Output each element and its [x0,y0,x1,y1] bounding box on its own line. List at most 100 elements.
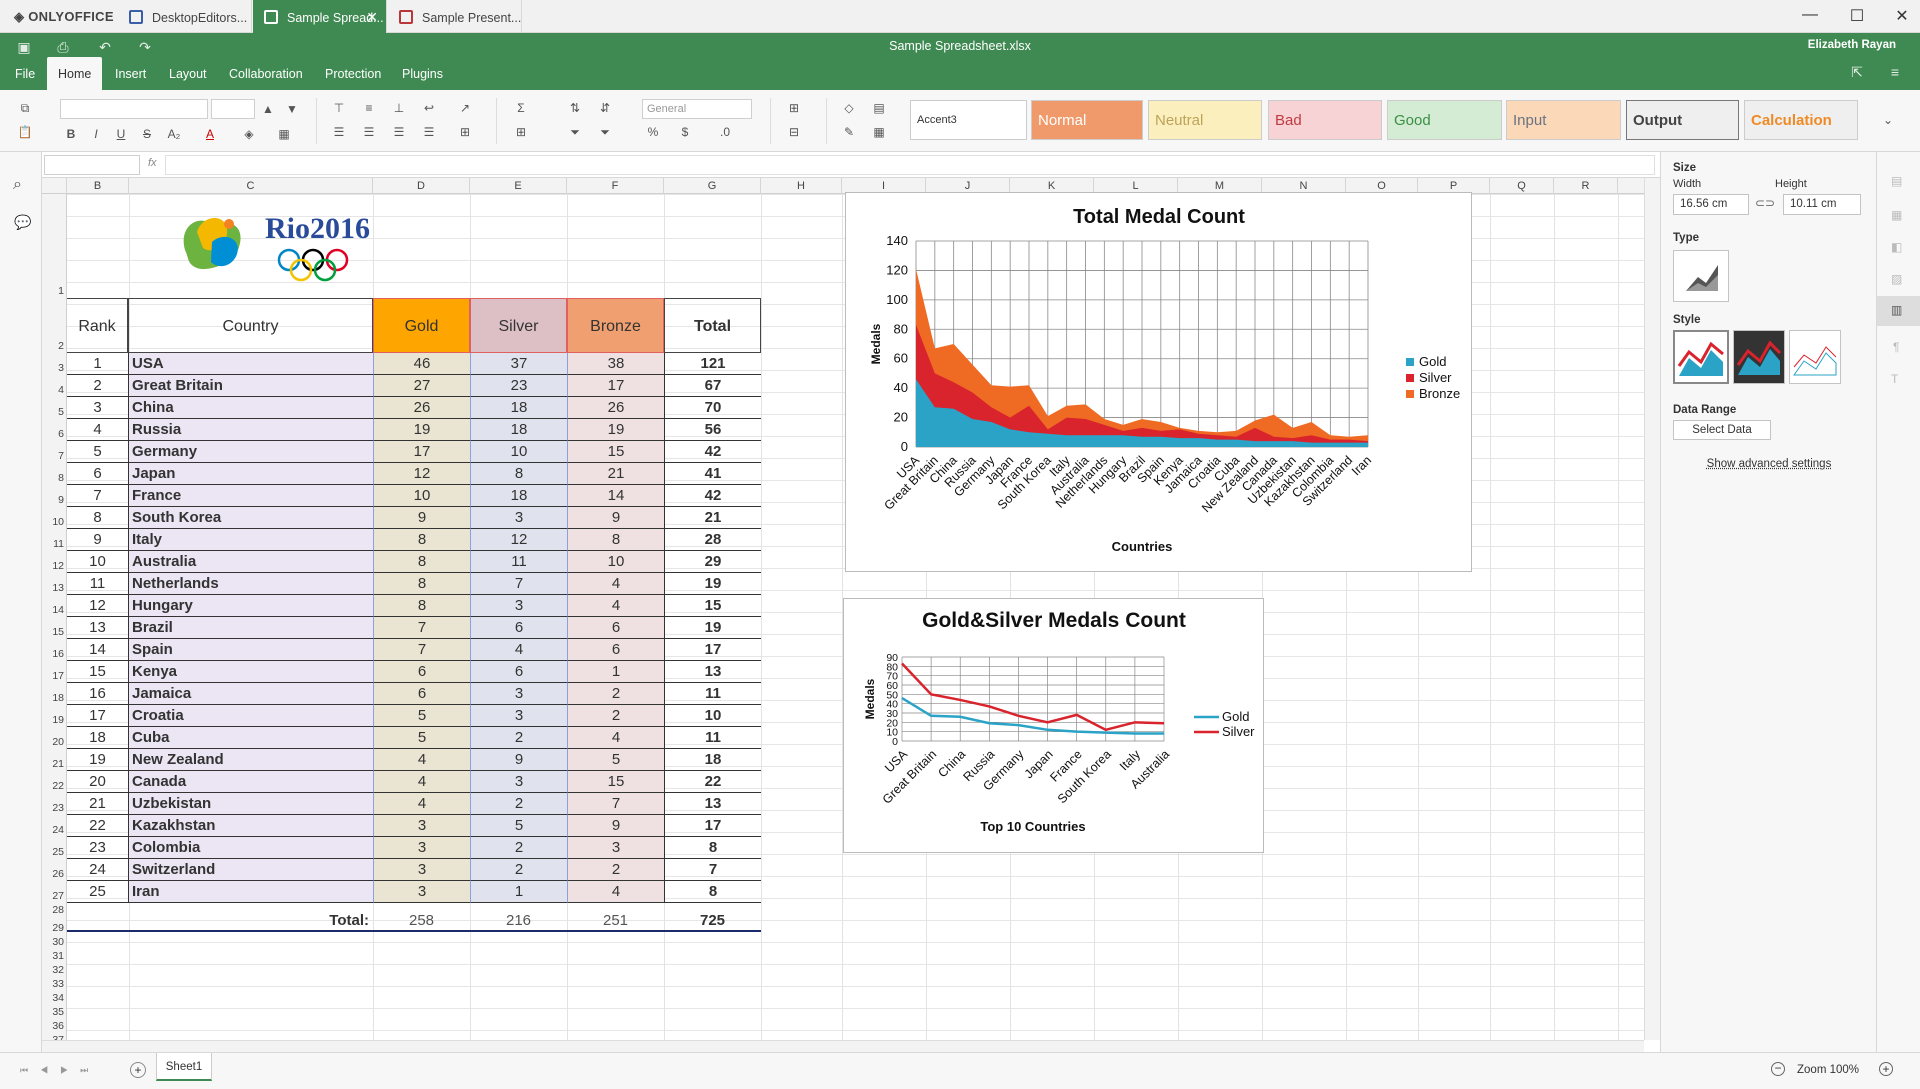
fill-color-icon[interactable]: ◈ [240,126,258,142]
header-silver[interactable]: Silver [470,298,567,353]
delete-row-icon[interactable]: ⊟ [785,124,803,140]
cell-silver[interactable]: 18 [470,397,567,419]
function-icon[interactable]: fx [148,157,157,169]
cell-rank[interactable]: 24 [67,859,128,881]
row-header[interactable]: 4 [42,375,67,397]
cell-bronze[interactable]: 3 [567,837,664,859]
cell-gold[interactable]: 19 [373,419,470,441]
cell-total[interactable]: 29 [664,551,761,573]
row-header[interactable]: 9 [42,485,67,507]
cell-bronze[interactable]: 9 [567,815,664,837]
cell-bronze[interactable]: 2 [567,683,664,705]
style-output[interactable]: Output [1626,100,1739,140]
row-header[interactable]: 36 [42,1019,67,1033]
row-header[interactable]: 21 [42,749,67,771]
row-header[interactable]: 15 [42,617,67,639]
cell-total[interactable]: 19 [664,573,761,595]
add-sheet-icon[interactable]: + [130,1062,146,1078]
select-all-corner[interactable] [42,178,67,194]
cell-country[interactable]: Spain [128,639,373,661]
filter-icon[interactable]: ⏷ [566,124,584,140]
tab-home[interactable]: Home [47,57,103,90]
cell-silver[interactable]: 23 [470,375,567,397]
cell-total[interactable]: 121 [664,353,761,375]
cell-gold[interactable]: 3 [373,837,470,859]
total-bronze[interactable]: 251 [567,910,664,932]
row-header[interactable]: 3 [42,353,67,375]
cell-silver[interactable]: 2 [470,727,567,749]
cell-bronze[interactable]: 4 [567,881,664,903]
shape-settings-icon[interactable]: ◧ [1891,240,1902,254]
row-header[interactable]: 12 [42,551,67,573]
cell-gold[interactable]: 4 [373,793,470,815]
cell-bronze[interactable]: 1 [567,661,664,683]
cell-country[interactable]: New Zealand [128,749,373,771]
style-bad[interactable]: Bad [1268,100,1382,140]
cell-bronze[interactable]: 4 [567,573,664,595]
insert-row-icon[interactable]: ⊞ [785,100,803,116]
zoom-level[interactable]: Zoom 100% [1797,1064,1859,1076]
image-settings-icon[interactable]: ▨ [1891,272,1902,286]
cell-silver[interactable]: 3 [470,507,567,529]
cell-gold[interactable]: 5 [373,727,470,749]
cell-gold[interactable]: 17 [373,441,470,463]
row-header[interactable]: 26 [42,859,67,881]
cell-gold[interactable]: 46 [373,353,470,375]
column-header[interactable]: D [373,178,470,194]
open-location-icon[interactable]: ⇱ [1847,64,1867,84]
table-settings-icon[interactable]: ▦ [1891,208,1902,222]
cell-bronze[interactable]: 17 [567,375,664,397]
chart-style-2[interactable] [1733,330,1785,384]
tab-insert[interactable]: Insert [104,57,157,90]
style-good[interactable]: Good [1387,100,1502,140]
cell-gold[interactable]: 3 [373,815,470,837]
cell-rank[interactable]: 13 [67,617,128,639]
column-header[interactable]: Q [1490,178,1554,194]
cell-silver[interactable]: 2 [470,837,567,859]
cell-rank[interactable]: 3 [67,397,128,419]
chart-settings-tab[interactable]: ▥ [1877,296,1920,326]
cell-gold[interactable]: 10 [373,485,470,507]
row-header[interactable]: 13 [42,573,67,595]
row-header[interactable]: 14 [42,595,67,617]
cell-silver[interactable]: 3 [470,683,567,705]
cell-country[interactable]: South Korea [128,507,373,529]
maximize-icon[interactable]: ☐ [1842,6,1872,26]
cell-total[interactable]: 70 [664,397,761,419]
cell-bronze[interactable]: 2 [567,705,664,727]
close-window-icon[interactable]: ✕ [1887,6,1917,26]
cell-gold[interactable]: 6 [373,661,470,683]
strikethrough-icon[interactable]: S [138,126,156,142]
row-header[interactable]: 2 [42,298,67,353]
cell-silver[interactable]: 12 [470,529,567,551]
cell-rank[interactable]: 9 [67,529,128,551]
cell-bronze[interactable]: 9 [567,507,664,529]
cell-rank[interactable]: 19 [67,749,128,771]
column-header[interactable]: S [1618,178,1644,194]
cell-country[interactable]: Brazil [128,617,373,639]
cell-gold[interactable]: 4 [373,771,470,793]
row-header[interactable]: 8 [42,463,67,485]
sort-descending-icon[interactable]: ⇵ [596,100,614,116]
increase-font-icon[interactable]: ▲ [259,101,277,117]
cell-gold[interactable]: 12 [373,463,470,485]
cell-total[interactable]: 56 [664,419,761,441]
cell-silver[interactable]: 11 [470,551,567,573]
tab-sample-spreadsheet[interactable]: Sample Spread... ✕ [253,0,387,33]
cell-rank[interactable]: 17 [67,705,128,727]
decrease-font-icon[interactable]: ▼ [283,101,301,117]
cell-bronze[interactable]: 7 [567,793,664,815]
cell-rank[interactable]: 11 [67,573,128,595]
tab-desktopeditors[interactable]: DesktopEditors... [118,0,252,33]
cell-gold[interactable]: 4 [373,749,470,771]
row-header[interactable]: 24 [42,815,67,837]
vertical-scrollbar[interactable] [1644,178,1660,1040]
column-header[interactable]: C [129,178,373,194]
percent-icon[interactable]: % [644,124,662,140]
user-name[interactable]: Elizabeth Rayan [1808,39,1896,51]
header-rank[interactable]: Rank [67,298,128,353]
tab-protection[interactable]: Protection [314,57,392,90]
cell-silver[interactable]: 18 [470,485,567,507]
text-art-icon[interactable]: T [1891,372,1898,386]
cell-rank[interactable]: 5 [67,441,128,463]
